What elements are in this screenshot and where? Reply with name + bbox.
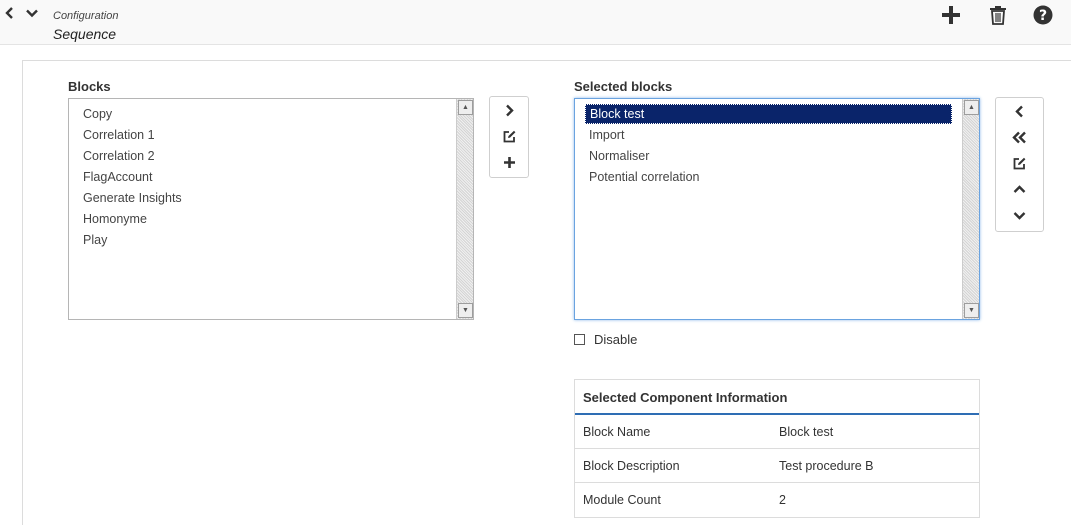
list-item[interactable]: Copy (69, 104, 456, 125)
page-title: Sequence (53, 26, 117, 42)
table-row: Block Description Test procedure B (575, 449, 979, 483)
table-row: Module Count 2 (575, 483, 979, 517)
selected-block-button-group (995, 97, 1044, 232)
list-item[interactable]: Import (575, 125, 962, 146)
disable-row: Disable (574, 332, 637, 347)
selected-blocks-label: Selected blocks (574, 79, 673, 94)
info-key: Block Description (583, 458, 680, 473)
selected-blocks-listbox[interactable]: Block test Import Normaliser Potential corr… (574, 98, 980, 320)
page-header: Configuration Sequence ? (0, 0, 1071, 45)
selected-blocks-scrollbar[interactable]: ▲ ▼ (962, 99, 979, 319)
info-value: Test procedure B (779, 458, 874, 473)
list-item[interactable]: Correlation 2 (69, 146, 456, 167)
blocks-label: Blocks (68, 79, 111, 94)
info-key: Module Count (583, 493, 661, 507)
scroll-down-icon[interactable]: ▼ (964, 303, 979, 318)
list-item[interactable]: Block test (585, 104, 952, 124)
list-item[interactable]: FlagAccount (69, 167, 456, 188)
info-value: 2 (779, 493, 786, 507)
move-down-button[interactable] (996, 202, 1043, 228)
chevron-up-icon (1013, 184, 1026, 193)
move-right-button[interactable] (490, 97, 528, 123)
add-plus-icon[interactable] (939, 3, 963, 27)
table-row: Block Name Block test (575, 415, 979, 449)
blocks-items: Copy Correlation 1 Correlation 2 FlagAccoun… (69, 99, 456, 319)
selected-blocks-items: Block test Import Normaliser Potential corr… (575, 99, 962, 319)
info-key: Block Name (583, 424, 651, 439)
chevron-left-icon (1015, 105, 1023, 117)
scroll-up-icon[interactable]: ▲ (458, 100, 473, 115)
chevron-down-icon (1013, 211, 1026, 220)
collapse-chevron-down-icon[interactable] (23, 4, 41, 22)
list-item[interactable]: Generate Insights (69, 188, 456, 209)
edit-selected-button[interactable] (996, 150, 1043, 176)
scroll-down-icon[interactable]: ▼ (458, 303, 473, 318)
disable-checkbox[interactable] (574, 334, 585, 345)
info-value: Block test (779, 424, 834, 439)
blocks-scrollbar[interactable]: ▲ ▼ (456, 99, 473, 319)
list-item[interactable]: Correlation 1 (69, 125, 456, 146)
new-block-button[interactable] (490, 149, 528, 175)
disable-label: Disable (594, 332, 638, 347)
blocks-listbox[interactable]: Copy Correlation 1 Correlation 2 FlagAccoun… (68, 98, 474, 320)
chevron-right-icon (505, 104, 514, 116)
move-up-button[interactable] (996, 176, 1043, 202)
trash-icon[interactable] (986, 3, 1010, 27)
edit-icon (503, 130, 515, 142)
svg-text:?: ? (1039, 8, 1047, 24)
plus-icon (503, 156, 515, 168)
remove-all-button[interactable] (996, 124, 1043, 150)
edit-icon (1013, 157, 1026, 169)
list-item[interactable]: Potential correlation (575, 167, 962, 188)
double-chevron-left-icon (1011, 131, 1026, 143)
back-chevron-left-icon[interactable] (1, 4, 19, 22)
list-item[interactable]: Play (69, 230, 456, 251)
list-item[interactable]: Homonyme (69, 209, 456, 230)
component-info-title: Selected Component Information (575, 380, 979, 415)
help-icon[interactable]: ? (1031, 3, 1055, 27)
list-item[interactable]: Normaliser (575, 146, 962, 167)
add-block-button-group (489, 96, 529, 178)
breadcrumb: Configuration (53, 10, 119, 22)
component-info-table: Selected Component Information Block Nam… (574, 379, 980, 518)
move-left-button[interactable] (996, 98, 1043, 124)
scroll-up-icon[interactable]: ▲ (964, 100, 979, 115)
edit-block-button[interactable] (490, 123, 528, 149)
